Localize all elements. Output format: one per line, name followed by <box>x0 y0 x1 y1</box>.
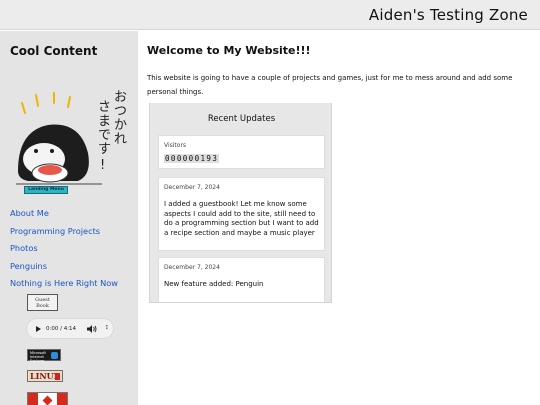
sidebar-title: Cool Content <box>10 44 98 58</box>
internet-explorer-badge: Microsoft Internet Explorer <box>27 349 61 363</box>
update-card: December 7, 2024 New feature added: Peng… <box>158 257 325 302</box>
linux-badge: LINUX <box>27 370 63 382</box>
nav-link-about-me[interactable]: About Me <box>10 208 118 226</box>
svg-text:か: か <box>114 118 127 133</box>
update-date: December 7, 2024 <box>164 184 220 191</box>
update-text: I added a guestbook! Let me know some as… <box>164 200 319 237</box>
main-content: Welcome to My Website!!! This website is… <box>146 31 540 405</box>
svg-text:れ: れ <box>114 132 127 147</box>
visitors-label: Visitors <box>164 142 187 149</box>
maple-leaf-icon <box>42 395 53 405</box>
recent-updates-panel[interactable]: Recent Updates Visitors 000000193 Decemb… <box>149 103 332 303</box>
nav-link-nothing-here[interactable]: Nothing is Here Right Now <box>10 278 118 296</box>
svg-text:ま: ま <box>98 114 111 129</box>
recent-updates-title: Recent Updates <box>207 114 276 124</box>
sidebar: Cool Content お つ か れ さ ま で す ! Landing M… <box>0 31 138 405</box>
penguin-mascot-image: お つ か れ さ ま で す ! <box>16 90 127 185</box>
update-text: New feature added: Penguin <box>164 280 264 288</box>
top-header: Aiden's Testing Zone <box>0 0 540 30</box>
more-options-icon[interactable]: ⋮ <box>104 325 110 331</box>
volume-icon[interactable] <box>87 325 97 333</box>
sidebar-nav: About Me Programming Projects Photos Pen… <box>10 208 118 296</box>
nav-link-programming-projects[interactable]: Programming Projects <box>10 226 118 244</box>
page-heading: Welcome to My Website!!! <box>147 44 311 57</box>
play-icon[interactable] <box>36 326 41 332</box>
svg-text:す: す <box>98 142 111 157</box>
landing-menu-badge: Landing Menu <box>24 186 68 194</box>
ie-badge-text: Microsoft Internet Explorer <box>30 351 46 363</box>
visitor-counter: Visitors 000000193 <box>158 135 325 169</box>
canada-flag-badge <box>27 392 68 405</box>
svg-text:!: ! <box>100 158 105 173</box>
site-title: Aiden's Testing Zone <box>368 6 528 24</box>
svg-text:さ: さ <box>98 100 111 115</box>
intro-paragraph: This website is going to have a couple o… <box>147 74 513 96</box>
update-card: December 7, 2024 I added a guestbook! Le… <box>158 177 325 251</box>
ie-logo-icon <box>51 352 58 359</box>
svg-text:お: お <box>114 90 127 105</box>
nav-link-penguins[interactable]: Penguins <box>10 261 118 279</box>
svg-text:で: で <box>98 128 111 143</box>
tux-icon <box>55 373 60 380</box>
nav-link-photos[interactable]: Photos <box>10 243 118 261</box>
svg-text:つ: つ <box>114 104 127 119</box>
update-date: December 7, 2024 <box>164 264 220 271</box>
audio-player[interactable]: 0:00 / 4:14 ⋮ <box>26 318 114 339</box>
audio-time: 0:00 / 4:14 <box>46 325 77 332</box>
visitors-count: 000000193 <box>164 154 220 163</box>
guestbook-button[interactable]: Guest Book <box>27 294 58 311</box>
